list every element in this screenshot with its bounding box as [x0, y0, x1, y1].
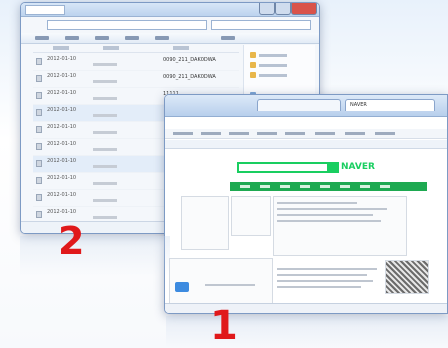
maximize-button[interactable]	[275, 3, 291, 15]
file-date: 2012-01-10	[47, 192, 77, 198]
naver-nav-bar	[230, 182, 427, 191]
file-type	[93, 182, 117, 185]
file-icon	[36, 58, 42, 65]
file-type	[93, 148, 117, 151]
news-thumbnail[interactable]	[385, 260, 429, 294]
favorite-link[interactable]	[201, 132, 221, 135]
info-panel	[181, 196, 229, 250]
tab-1[interactable]	[257, 99, 341, 111]
favorite-link[interactable]	[257, 132, 277, 135]
minimize-button[interactable]	[259, 3, 275, 15]
tab-naver[interactable]: NAVER	[345, 99, 435, 111]
nav-link[interactable]	[280, 185, 290, 188]
file-type	[93, 63, 117, 66]
explorer-caption	[25, 5, 65, 15]
favorite-link[interactable]	[375, 132, 395, 135]
file-name: 0090_211_DAK0DWA	[163, 74, 216, 80]
file-type	[93, 216, 117, 219]
toolbar-open[interactable]	[65, 36, 79, 40]
nav-link[interactable]	[320, 185, 330, 188]
folder-icon	[250, 52, 256, 58]
nav-item[interactable]	[250, 61, 308, 69]
favorite-link[interactable]	[173, 132, 193, 135]
file-date: 2012-01-10	[47, 90, 77, 96]
folder-icon	[250, 62, 256, 68]
file-date: 2012-01-10	[47, 158, 77, 164]
label-explorer-number: 2	[58, 219, 85, 263]
nav-link[interactable]	[300, 185, 310, 188]
desktop: { "labels": {"explorer_window": "2", "br…	[0, 0, 448, 348]
nav-link[interactable]	[260, 185, 270, 188]
nav-link[interactable]	[360, 185, 370, 188]
file-icon	[36, 194, 42, 201]
nav-link[interactable]	[380, 185, 390, 188]
explorer-title-bar[interactable]	[21, 3, 319, 17]
nav-link[interactable]	[340, 185, 350, 188]
browser-window[interactable]: NAVER NAVER	[164, 94, 448, 314]
favorites-bar	[165, 129, 447, 139]
file-date: 2012-01-10	[47, 209, 77, 215]
file-type	[93, 80, 117, 83]
file-icon	[36, 92, 42, 99]
column-date[interactable]	[53, 46, 69, 50]
file-type	[93, 97, 117, 100]
file-type	[93, 114, 117, 117]
search-input[interactable]	[211, 20, 311, 30]
login-panel	[231, 196, 271, 236]
toolbar-view[interactable]	[221, 36, 235, 40]
close-button[interactable]	[291, 3, 317, 15]
news-panel	[273, 196, 407, 256]
address-bar[interactable]	[47, 20, 207, 30]
command-bar	[165, 140, 447, 149]
file-icon	[36, 211, 42, 218]
nav-link[interactable]	[240, 185, 250, 188]
file-icon	[36, 109, 42, 116]
file-icon	[36, 160, 42, 167]
toolbar-organize[interactable]	[35, 36, 49, 40]
favorite-link[interactable]	[345, 132, 365, 135]
browser-menu-bar	[165, 119, 447, 128]
file-row[interactable]: 2012-01-10 0090_211_DAK0DWA	[33, 54, 239, 71]
label-browser-number: 1	[210, 303, 238, 348]
web-page: NAVER	[165, 150, 447, 308]
naver-logo[interactable]: NAVER	[341, 162, 375, 173]
toolbar-share[interactable]	[95, 36, 109, 40]
file-date: 2012-01-10	[47, 107, 77, 113]
folder-icon	[250, 72, 256, 78]
column-type[interactable]	[103, 46, 119, 50]
nav-item[interactable]	[250, 71, 308, 79]
explorer-toolbar	[21, 33, 319, 44]
file-icon	[36, 126, 42, 133]
window-reflection	[166, 316, 448, 348]
file-date: 2012-01-10	[47, 124, 77, 130]
file-date: 2012-01-10	[47, 141, 77, 147]
window-reflection	[20, 236, 170, 276]
column-headers	[33, 45, 239, 53]
naver-search-input[interactable]	[237, 162, 329, 173]
nav-item[interactable]	[250, 51, 308, 59]
file-date: 2012-01-10	[47, 175, 77, 181]
file-date: 2012-01-10	[47, 73, 77, 79]
toolbar-burn[interactable]	[125, 36, 139, 40]
toolbar-new-folder[interactable]	[155, 36, 169, 40]
file-icon	[36, 177, 42, 184]
favorite-link[interactable]	[285, 132, 305, 135]
file-type	[93, 199, 117, 202]
file-type	[93, 131, 117, 134]
file-type	[93, 165, 117, 168]
favorite-link[interactable]	[229, 132, 249, 135]
favorite-link[interactable]	[315, 132, 335, 135]
naver-search-button[interactable]	[329, 162, 339, 173]
file-icon	[36, 75, 42, 82]
file-date: 2012-01-10	[47, 56, 77, 62]
browser-title-bar[interactable]: NAVER	[165, 95, 447, 117]
browser-status-bar	[165, 303, 447, 313]
column-name[interactable]	[173, 46, 189, 50]
file-icon	[36, 143, 42, 150]
file-row[interactable]: 2012-01-10 0090_211_DAK0DWA	[33, 71, 239, 88]
file-name: 0090_211_DAK0DWA	[163, 57, 216, 63]
